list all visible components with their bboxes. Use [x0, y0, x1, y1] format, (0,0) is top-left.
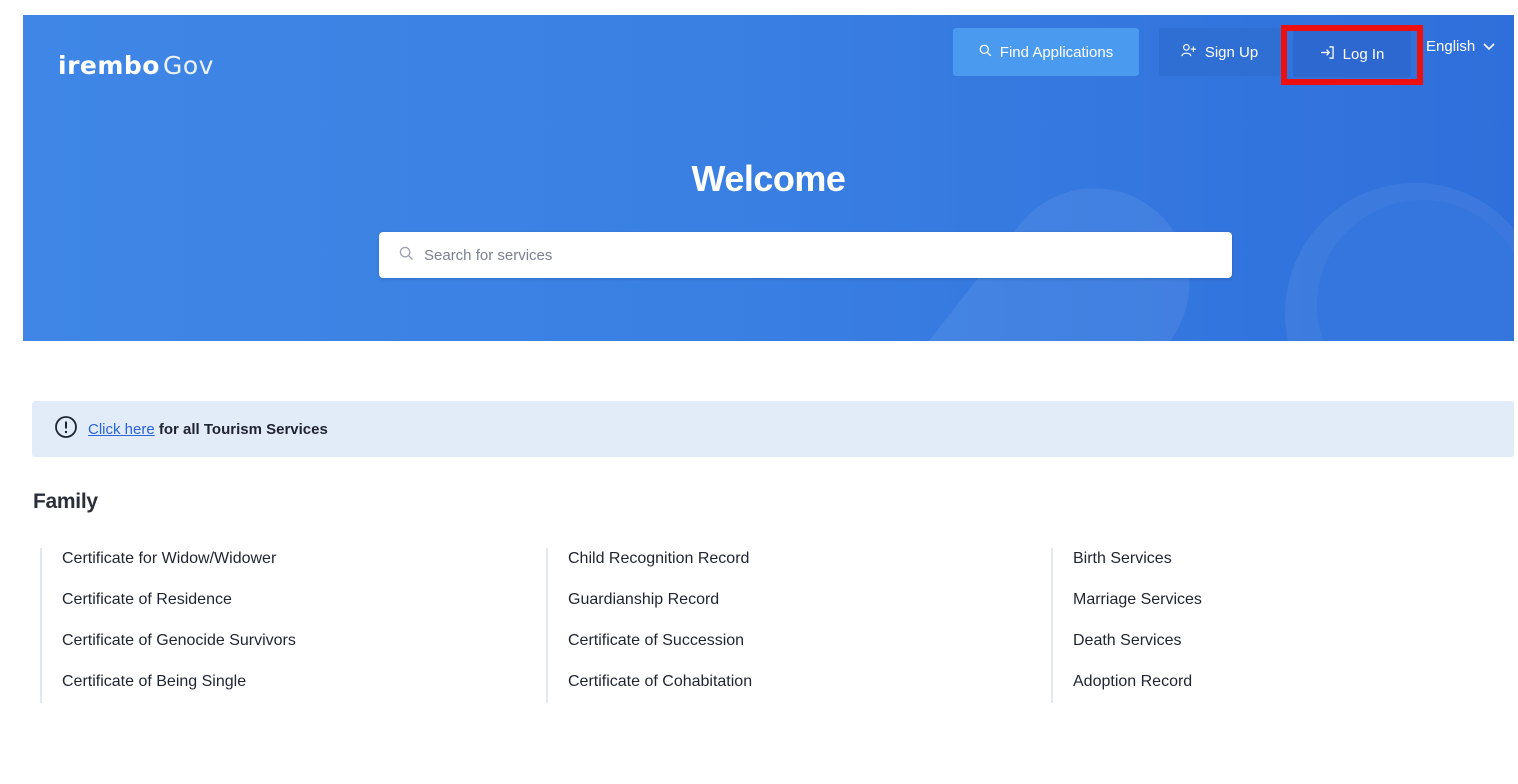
- search-icon: [979, 44, 992, 61]
- language-selector[interactable]: English: [1426, 38, 1495, 55]
- notice-text: for all Tourism Services: [158, 420, 328, 438]
- service-link[interactable]: Marriage Services: [1073, 589, 1202, 630]
- tourism-notice-banner: Click here for all Tourism Services: [32, 401, 1514, 457]
- find-applications-button[interactable]: Find Applications: [953, 28, 1139, 76]
- service-link[interactable]: Death Services: [1073, 630, 1202, 671]
- search-input[interactable]: [424, 246, 1204, 264]
- service-column: Child Recognition Record Guardianship Re…: [546, 548, 752, 703]
- search-icon: [399, 246, 414, 265]
- sign-up-button[interactable]: Sign Up: [1159, 28, 1280, 76]
- service-search-bar[interactable]: [379, 232, 1232, 278]
- info-circle-icon: [54, 415, 78, 443]
- logo-brand: irembo: [58, 51, 160, 80]
- sign-up-label: Sign Up: [1204, 43, 1259, 61]
- logo-suffix: Gov: [162, 51, 214, 80]
- service-column: Birth Services Marriage Services Death S…: [1051, 548, 1202, 703]
- chevron-down-icon: [1483, 38, 1495, 55]
- service-link[interactable]: Certificate of Being Single: [62, 671, 296, 712]
- service-link[interactable]: Certificate of Genocide Survivors: [62, 630, 296, 671]
- service-column: Certificate for Widow/Widower Certificat…: [40, 548, 296, 703]
- find-applications-label: Find Applications: [999, 43, 1114, 61]
- tourism-services-link[interactable]: Click here: [88, 421, 155, 438]
- service-link[interactable]: Birth Services: [1073, 548, 1202, 589]
- service-link[interactable]: Certificate for Widow/Widower: [62, 548, 296, 589]
- page-title: Welcome: [691, 158, 846, 199]
- service-link[interactable]: Certificate of Cohabitation: [568, 671, 752, 712]
- service-link[interactable]: Certificate of Succession: [568, 630, 752, 671]
- service-link[interactable]: Child Recognition Record: [568, 548, 752, 589]
- site-logo[interactable]: irembo Gov: [58, 51, 214, 80]
- login-highlight-outline: [1281, 25, 1423, 85]
- service-link[interactable]: Guardianship Record: [568, 589, 752, 630]
- user-plus-icon: [1181, 43, 1197, 61]
- section-title-family: Family: [33, 490, 98, 513]
- language-label: English: [1426, 38, 1476, 55]
- service-link[interactable]: Adoption Record: [1073, 671, 1202, 712]
- service-link[interactable]: Certificate of Residence: [62, 589, 296, 630]
